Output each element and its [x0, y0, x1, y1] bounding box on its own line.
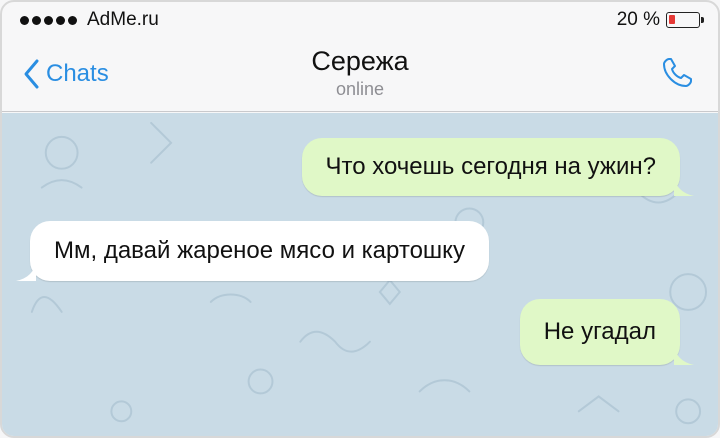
battery-indicator: 20 % [616, 9, 704, 31]
message-bubble-outgoing[interactable]: Не угадал [519, 299, 694, 365]
battery-fill [669, 15, 675, 24]
message-list: Что хочешь сегодня на ужин? Мм, давай жа… [2, 113, 718, 436]
message-bubble-outgoing[interactable]: Что хочешь сегодня на ужин? [301, 138, 694, 196]
signal-strength-icon [20, 15, 77, 25]
bubble-tail [674, 345, 694, 365]
battery-percent: 20 % [616, 9, 660, 30]
contact-status: online [335, 79, 385, 99]
battery-icon [666, 12, 704, 28]
carrier-name: AdMe.ru [87, 9, 159, 30]
message-text: Что хочешь сегодня на ужин? [325, 153, 656, 180]
phone-icon[interactable] [660, 56, 694, 90]
contact-name: Сережа [311, 46, 409, 76]
phone-screen: AdMe.ru 20 % Chats Сережа online Что хоч… [0, 0, 720, 438]
contact-title[interactable]: Сережа online [2, 44, 718, 100]
message-bubble-incoming[interactable]: Мм, давай жареное мясо и картошку [16, 221, 489, 281]
bubble-tail [674, 176, 694, 196]
bubble-tail [16, 261, 36, 281]
status-bar: AdMe.ru 20 % [2, 2, 718, 38]
message-text: Не угадал [543, 318, 656, 345]
message-text: Мм, давай жареное мясо и картошку [54, 237, 465, 264]
chat-header: Chats Сережа online [2, 38, 718, 112]
